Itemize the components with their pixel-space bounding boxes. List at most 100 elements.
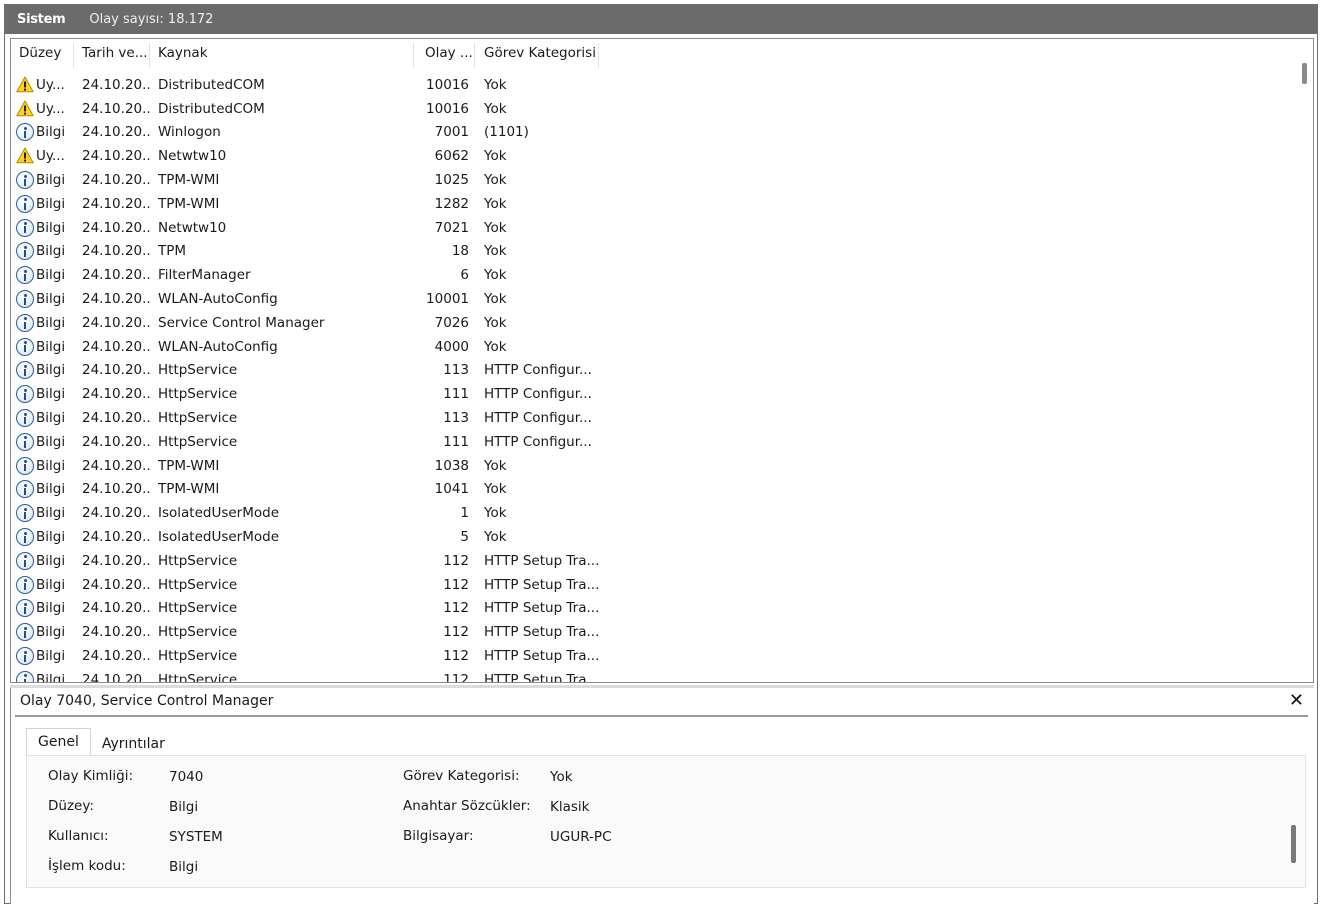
table-row[interactable]: Bilgi 24.10.20... HttpService 113 HTTP Confi… [11,406,1295,430]
level-value: Bilgi [169,799,199,815]
column-source[interactable]: Kaynak [150,39,414,68]
task-category-cell: Yok [484,314,507,331]
level-text: Bilgi [36,124,66,141]
source-cell: HttpService [158,410,238,427]
table-row[interactable]: Bilgi 24.10.20... IsolatedUserMode 1 Yok [11,501,1295,525]
level-cell: Bilgi [11,385,74,404]
date-cell: 24.10.20... [82,362,150,379]
tab-details[interactable]: Ayrıntılar [91,732,176,756]
event-id-cell: 6062 [434,148,469,165]
info-icon [16,409,34,428]
date-cell: 24.10.20... [82,505,150,522]
table-row[interactable]: Bilgi 24.10.20... TPM-WMI 1025 Yok [11,168,1295,192]
column-task-category[interactable]: Görev Kategorisi [475,39,599,68]
date-cell: 24.10.20... [82,457,150,474]
level-text: Bilgi [36,600,66,617]
table-row[interactable]: Bilgi 24.10.20... HttpService 113 HTTP Confi… [11,359,1295,383]
task-category-cell: Yok [484,457,507,474]
info-icon [16,361,34,380]
table-row[interactable]: Bilgi 24.10.20... WLAN-AutoConfig 10001 Yok [11,287,1295,311]
table-row[interactable]: Bilgi 24.10.20... HttpService 112 HTTP Setup… [11,597,1295,621]
task-category-cell: Yok [484,243,507,260]
event-detail-pane: Olay 7040, Service Control Manager ✕ Gen… [10,688,1314,904]
event-list: Düzey Tarih ve... Kaynak Olay ... Görev … [10,38,1314,683]
table-row[interactable]: Bilgi 24.10.20... TPM-WMI 1282 Yok [11,192,1295,216]
table-row[interactable]: Bilgi 24.10.20... HttpService 111 HTTP Confi… [11,430,1295,454]
table-row[interactable]: Bilgi 24.10.20... TPM-WMI 1041 Yok [11,478,1295,502]
computer-label: Bilgisayar: [403,828,474,844]
task-category-cell: HTTP Setup Tra... [484,552,600,569]
level-cell: Bilgi [11,290,74,309]
event-id-cell: 5 [460,529,469,546]
table-row[interactable]: Uy... 24.10.20... Netwtw10 6062 Yok [11,144,1295,168]
table-row[interactable]: Bilgi 24.10.20... HttpService 112 HTTP Setup… [11,668,1295,683]
task-category-value: Yok [550,769,573,785]
level-cell: Bilgi [11,670,74,683]
column-date[interactable]: Tarih ve... [74,39,150,68]
detail-scroll-thumb[interactable] [1291,825,1296,863]
event-id-cell: 111 [443,433,469,450]
table-row[interactable]: Bilgi 24.10.20... HttpService 111 HTTP Confi… [11,382,1295,406]
task-category-cell: Yok [484,195,507,212]
info-icon [16,218,34,237]
table-row[interactable]: Bilgi 24.10.20... HttpService 112 HTTP Setup… [11,573,1295,597]
table-row[interactable]: Bilgi 24.10.20... IsolatedUserMode 5 Yok [11,525,1295,549]
tab-general[interactable]: Genel [26,728,91,756]
detail-scrollbar[interactable] [1285,757,1303,886]
column-level[interactable]: Düzey [11,39,74,68]
event-id-cell: 7021 [434,219,469,236]
table-row[interactable]: Bilgi 24.10.20... FilterManager 6 Yok [11,263,1295,287]
event-id-cell: 1025 [434,172,469,189]
log-name: Sistem [17,12,66,27]
level-cell: Uy... [11,76,74,94]
level-text: Uy... [36,100,65,117]
level-cell: Bilgi [11,242,74,261]
task-category-cell: Yok [484,338,507,355]
table-row[interactable]: Bilgi 24.10.20... HttpService 112 HTTP Setup… [11,620,1295,644]
date-cell: 24.10.20... [82,291,150,308]
date-cell: 24.10.20... [82,624,150,641]
event-id-cell: 112 [443,648,469,665]
level-text: Bilgi [36,386,66,403]
column-event-id[interactable]: Olay ... [414,39,475,68]
date-cell: 24.10.20... [82,76,150,93]
event-id-cell: 112 [443,600,469,617]
event-viewer-window: Sistem Olay sayısı: 18.172 Düzey Tarih v… [4,4,1318,904]
task-category-cell: HTTP Configur... [484,410,592,427]
source-cell: TPM-WMI [158,195,220,212]
list-scroll-thumb[interactable] [1302,63,1307,84]
table-row[interactable]: Bilgi 24.10.20... WLAN-AutoConfig 4000 Yok [11,335,1295,359]
table-row[interactable]: Bilgi 24.10.20... TPM 18 Yok [11,240,1295,264]
table-row[interactable]: Bilgi 24.10.20... Winlogon 7001 (1101) [11,121,1295,145]
date-cell: 24.10.20... [82,576,150,593]
detail-divider [15,715,1308,717]
table-row[interactable]: Bilgi 24.10.20... Netwtw10 7021 Yok [11,216,1295,240]
level-text: Bilgi [36,671,66,683]
level-text: Bilgi [36,648,66,665]
level-text: Bilgi [36,433,66,450]
source-cell: HttpService [158,648,238,665]
close-icon[interactable]: ✕ [1289,690,1304,711]
level-cell: Bilgi [11,218,74,237]
level-cell: Bilgi [11,551,74,570]
list-scrollbar[interactable] [1295,39,1313,682]
table-row[interactable]: Bilgi 24.10.20... HttpService 112 HTTP Setup… [11,644,1295,668]
event-id-cell: 7026 [434,314,469,331]
info-icon [16,480,34,499]
event-count: Olay sayısı: 18.172 [89,12,214,27]
event-id-cell: 7001 [434,124,469,141]
level-text: Bilgi [36,243,66,260]
info-icon [16,385,34,404]
table-row[interactable]: Uy... 24.10.20... DistributedCOM 10016 Yok [11,97,1295,121]
table-row[interactable]: Bilgi 24.10.20... Service Control Manager 7… [11,311,1295,335]
table-row[interactable]: Bilgi 24.10.20... TPM-WMI 1038 Yok [11,454,1295,478]
source-cell: TPM-WMI [158,481,220,498]
task-category-cell: HTTP Configur... [484,386,592,403]
level-cell: Bilgi [11,647,74,666]
event-id-cell: 112 [443,671,469,683]
source-cell: WLAN-AutoConfig [158,291,278,308]
column-header-row: Düzey Tarih ve... Kaynak Olay ... Görev … [11,39,1295,73]
table-row[interactable]: Bilgi 24.10.20... HttpService 112 HTTP Setup… [11,549,1295,573]
task-category-cell: HTTP Setup Tra... [484,624,600,641]
table-row[interactable]: Uy... 24.10.20... DistributedCOM 10016 Yok [11,73,1295,97]
